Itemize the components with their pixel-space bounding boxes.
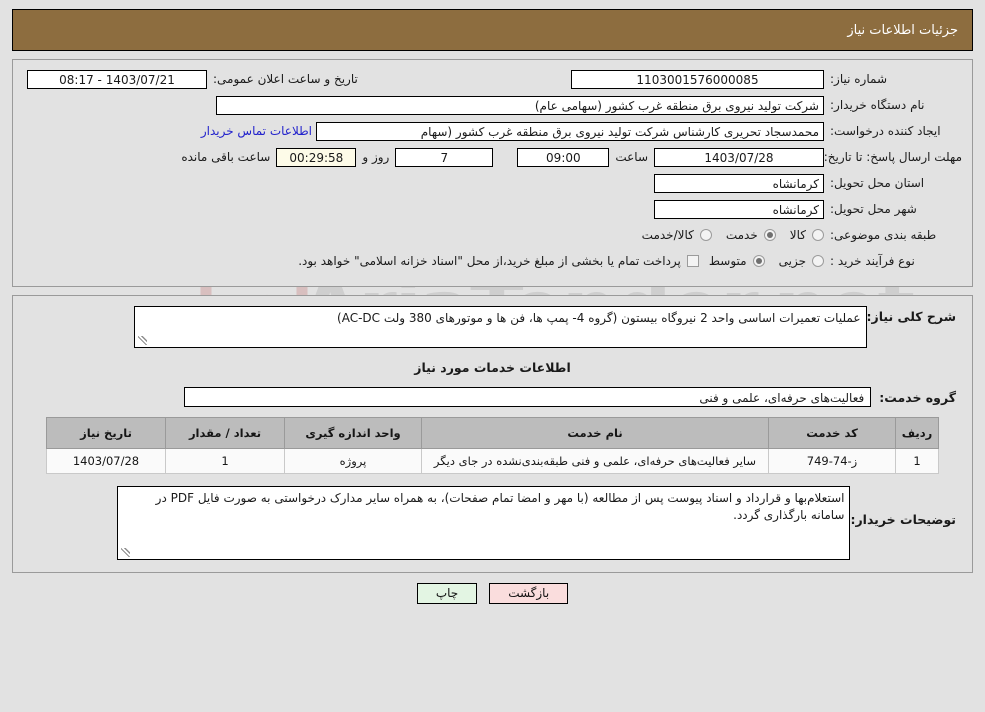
city-label: شهر محل تحویل: (830, 202, 917, 216)
treasury-checkbox[interactable] (686, 255, 699, 267)
announce-label: تاریخ و ساعت اعلان عمومی: (213, 72, 358, 86)
services-panel: شرح کلی نیاز: عملیات تعمیرات اساسی واحد … (12, 295, 973, 573)
th-service-code: کد خدمت (768, 417, 896, 449)
hour-label: ساعت (615, 150, 648, 164)
province-value: کرمانشاه (654, 173, 824, 193)
radio-category-khedmat-label: خدمت (725, 228, 758, 242)
radio-process-jozi[interactable] (812, 255, 824, 267)
cell-service-code: ز-74-749 (768, 448, 896, 474)
page-title: جزئیات اطلاعات نیاز (847, 22, 958, 38)
cell-service-name: سایر فعالیت‌های حرفه‌ای، علمی و فنی طبقه… (421, 448, 769, 474)
row-category: طبقه بندی موضوعی: کالا خدمت کالا/خدمت (23, 224, 962, 246)
cell-quantity: 1 (165, 448, 285, 474)
process-label: نوع فرآیند خرید : (830, 254, 915, 268)
row-creator: ایجاد کننده درخواست: محمدسجاد تحریری کار… (23, 120, 962, 142)
days-label: روز و (362, 150, 390, 164)
service-group-label: گروه خدمت: (879, 389, 956, 405)
radio-category-kala[interactable] (812, 229, 824, 241)
buyer-contact-link[interactable]: اطلاعات تماس خریدار (197, 124, 316, 138)
creator-label: ایجاد کننده درخواست: (830, 124, 941, 138)
row-service-group: گروه خدمت: فعالیت‌های حرفه‌ای، علمی و فن… (25, 387, 960, 407)
announce-value: 1403/07/21 - 08:17 (27, 69, 207, 89)
back-button[interactable]: بازگشت (489, 583, 569, 604)
deadline-time-value: 09:00 (517, 147, 610, 167)
cell-radif: 1 (895, 448, 939, 474)
buyer-notes-label: توضیحات خریدار: (850, 512, 956, 527)
timer-label: ساعت باقی مانده (181, 150, 271, 164)
category-radio-group: کالا خدمت کالا/خدمت (632, 228, 824, 242)
buyer-notes-value[interactable]: استعلام‌بها و قرارداد و اسناد پیوست پس ا… (117, 486, 851, 560)
row-general-description: شرح کلی نیاز: عملیات تعمیرات اساسی واحد … (25, 306, 960, 348)
radio-category-kala-label: کالا (789, 228, 806, 242)
radio-category-kala-khedmat-label: کالا/خدمت (641, 228, 694, 242)
radio-category-khedmat[interactable] (763, 229, 776, 241)
th-service-name: نام خدمت (421, 417, 769, 449)
general-description-value[interactable]: عملیات تعمیرات اساسی واحد 2 نیروگاه بیست… (133, 306, 867, 348)
category-label: طبقه بندی موضوعی: (830, 228, 937, 242)
need-info-panel: شماره نیاز: 1103001576000085 تاریخ و ساع… (12, 59, 973, 287)
cell-unit: پروژه (284, 448, 422, 474)
radio-process-motevaset-label: متوسط (708, 254, 747, 268)
radio-process-jozi-label: جزیی (778, 254, 806, 268)
th-need-date: تاریخ نیاز (46, 417, 166, 449)
services-section-title: اطلاعات خدمات مورد نیاز (414, 360, 571, 375)
row-process-type: نوع فرآیند خرید : جزیی متوسط پرداخت تمام… (23, 250, 962, 272)
need-number-value: 1103001576000085 (571, 69, 824, 89)
table-header-row: ردیف کد خدمت نام خدمت واحد اندازه گیری ت… (46, 417, 939, 449)
days-remaining-value: 7 (395, 147, 494, 167)
row-province: استان محل تحویل: کرمانشاه (23, 172, 962, 194)
deadline-date-value: 1403/07/28 (654, 147, 824, 167)
general-description-label: شرح کلی نیاز: (866, 309, 956, 324)
cell-need-date: 1403/07/28 (46, 448, 166, 474)
radio-category-kala-khedmat[interactable] (699, 229, 712, 241)
buyer-org-label: نام دستگاه خریدار: (830, 98, 925, 112)
footer-actions: بازگشت چاپ (12, 583, 973, 604)
province-label: استان محل تحویل: (830, 176, 925, 190)
deadline-label: مهلت ارسال پاسخ: تا تاریخ: (823, 149, 962, 164)
row-buyer-notes: توضیحات خریدار: استعلام‌بها و قرارداد و … (25, 486, 960, 560)
services-table: ردیف کد خدمت نام خدمت واحد اندازه گیری ت… (46, 417, 939, 474)
th-unit: واحد اندازه گیری (284, 417, 422, 449)
row-need-number: شماره نیاز: 1103001576000085 تاریخ و ساع… (23, 68, 962, 90)
row-city: شهر محل تحویل: کرمانشاه (23, 198, 962, 220)
creator-value: محمدسجاد تحریری کارشناس شرکت تولید نیروی… (316, 121, 824, 141)
service-group-value: فعالیت‌های حرفه‌ای، علمی و فنی (184, 387, 872, 407)
radio-process-motevaset[interactable] (752, 255, 765, 267)
treasury-note: پرداخت تمام یا بخشی از مبلغ خرید،از محل … (298, 254, 681, 268)
process-radio-group: جزیی متوسط (699, 254, 824, 268)
countdown-timer-value: 00:29:58 (276, 147, 357, 167)
print-button[interactable]: چاپ (416, 583, 478, 604)
row-deadline: مهلت ارسال پاسخ: تا تاریخ: 1403/07/28 سا… (23, 146, 962, 168)
page-header: جزئیات اطلاعات نیاز (12, 9, 973, 51)
need-number-label: شماره نیاز: (830, 72, 887, 86)
th-radif: ردیف (895, 417, 939, 449)
city-value: کرمانشاه (654, 199, 824, 219)
row-buyer-org: نام دستگاه خریدار: شرکت تولید نیروی برق … (23, 94, 962, 116)
th-quantity: تعداد / مقدار (165, 417, 285, 449)
table-row: 1 ز-74-749 سایر فعالیت‌های حرفه‌ای، علمی… (46, 448, 939, 474)
buyer-org-value: شرکت تولید نیروی برق منطقه غرب کشور (سها… (216, 95, 824, 115)
